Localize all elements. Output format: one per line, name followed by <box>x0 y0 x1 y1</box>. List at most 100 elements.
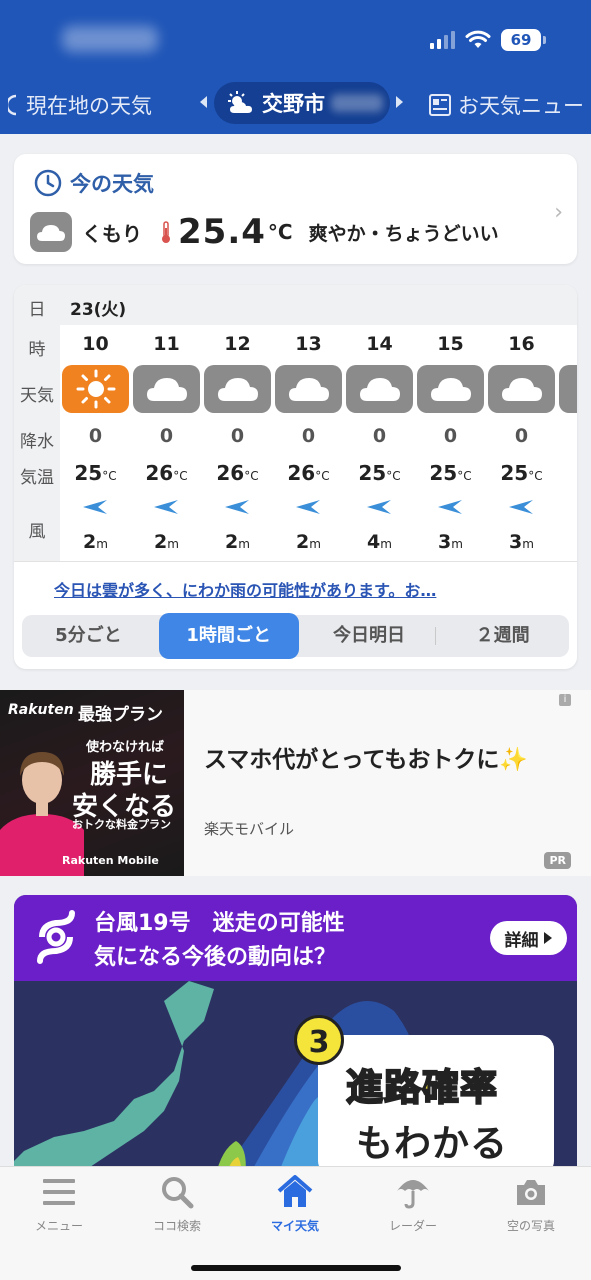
thermometer-icon <box>162 221 170 243</box>
precip-value: 0 <box>443 425 458 447</box>
cellular-signal-icon <box>430 31 455 49</box>
temperature-unit: °C <box>267 220 293 244</box>
cloudy-icon <box>417 365 484 413</box>
news-icon <box>429 94 451 116</box>
label-weather: 天気 <box>20 386 54 406</box>
temp-value: 25°C <box>358 461 401 485</box>
hour-value: 11 <box>153 333 180 355</box>
label-precip: 降水 <box>20 432 54 452</box>
app-header: 69 現在地の天気 交野市 お天気ニュー <box>0 0 591 134</box>
wind-value: 2m <box>225 531 250 553</box>
hour-value: 15 <box>437 333 464 355</box>
city-name: 交野市 <box>262 92 325 116</box>
forecast-summary-link[interactable]: 今日は雲が多く、にわか雨の可能性があります。お… <box>54 577 436 601</box>
temp-value: 26°C <box>216 461 259 485</box>
menu-icon <box>43 1179 75 1205</box>
tab-current-location[interactable]: 現在地の天気 <box>8 90 152 120</box>
current-temperature: 25.4 <box>178 212 266 252</box>
wind-direction-icon <box>224 499 250 519</box>
location-icon <box>8 94 17 116</box>
hour-value: 13 <box>295 333 322 355</box>
tab-selected-city[interactable]: 交野市 <box>214 82 390 124</box>
current-weather-title: 今の天気 <box>34 168 154 198</box>
typhoon-headline-2: 気になる今後の動向は？ <box>94 945 337 970</box>
nav-sky-photos[interactable]: 空の写真 <box>472 1175 590 1234</box>
wind-direction-icon <box>295 499 321 519</box>
segment-1hour[interactable]: 1時間ごと <box>158 613 299 659</box>
segment-2weeks[interactable]: ２週間 <box>436 615 569 657</box>
nav-label: ココ検索 <box>152 1219 201 1233</box>
nav-radar[interactable]: レーダー <box>354 1175 472 1234</box>
label-temp: 気温 <box>20 468 54 488</box>
ad-source: 楽天モバイル <box>204 820 295 838</box>
nav-menu[interactable]: メニュー <box>0 1175 118 1234</box>
nav-my-weather[interactable]: マイ天気 <box>236 1175 354 1234</box>
hourly-forecast-card: 日 時 天気 降水 気温 風 23(火) 10 0 25°C 2m 11 0 26°C 2m 1… <box>14 285 577 669</box>
temp-value: 25°C <box>429 461 472 485</box>
nav-search[interactable]: ココ検索 <box>118 1175 236 1234</box>
wind-direction-icon <box>437 499 463 519</box>
cloudy-icon <box>133 365 200 413</box>
ad-info-icon[interactable]: i <box>559 694 571 706</box>
sunny-icon <box>62 365 129 413</box>
callout-number-badge: 3 <box>294 1015 344 1065</box>
hour-column: 14 0 25°C 4m <box>344 325 415 561</box>
callout-line-1: 進路確率 <box>345 1065 498 1110</box>
label-day: 日 <box>28 300 46 320</box>
precip-value: 0 <box>88 425 103 447</box>
precip-value: 0 <box>159 425 174 447</box>
precip-value: 0 <box>372 425 387 447</box>
home-indicator <box>191 1265 401 1271</box>
cloudy-icon <box>204 365 271 413</box>
segment-5min[interactable]: 5分ごと <box>22 615 155 657</box>
typhoon-detail-button[interactable]: 詳細 <box>490 921 567 955</box>
cloudy-icon <box>488 365 555 413</box>
battery-indicator: 69 <box>501 29 546 51</box>
wind-value: 4m <box>367 531 392 553</box>
current-weather-card[interactable]: 今の天気 くもり 25.4 °C 爽やか・ちょうどいい › <box>14 154 577 264</box>
typhoon-callout: 進路確率 もわかる <box>318 1035 554 1175</box>
tab-label: 現在地の天気 <box>26 94 152 118</box>
temp-value: 26°C <box>287 461 330 485</box>
umbrella-icon <box>397 1180 429 1209</box>
ad-image[interactable]: Rakuten 最強プラン 使わなければ 勝手に 安くなる おトクな料金プラン … <box>0 690 184 876</box>
hour-value: 12 <box>224 333 251 355</box>
hour-value: 16 <box>508 333 535 355</box>
hour-column: 10 0 25°C 2m <box>60 325 131 561</box>
ad-copy-1: 使わなければ <box>86 740 165 755</box>
current-description: 爽やか・ちょうどいい <box>308 222 499 245</box>
tab-label: お天気ニュー <box>458 94 584 118</box>
nav-label: メニュー <box>34 1219 83 1233</box>
tab-weather-news[interactable]: お天気ニュー <box>428 90 584 120</box>
hour-column: 13 0 26°C 2m <box>273 325 344 561</box>
temp-value: 25°C <box>74 461 117 485</box>
next-location-arrow-icon[interactable] <box>396 96 403 108</box>
wind-direction-icon <box>82 499 108 519</box>
temp-value: 25°C <box>500 461 543 485</box>
current-title-text: 今の天気 <box>70 172 154 196</box>
label-wind: 風 <box>28 522 46 542</box>
prev-location-arrow-icon[interactable] <box>200 96 207 108</box>
ad-brand: Rakuten <box>8 702 74 718</box>
segment-today-tomorrow[interactable]: 今日明日 <box>303 615 436 657</box>
current-condition: くもり <box>82 221 142 246</box>
hour-value: 14 <box>366 333 393 355</box>
typhoon-headline-1: 台風19号 迷走の可能性 <box>94 911 345 936</box>
hourly-grid[interactable]: 10 0 25°C 2m 11 0 26°C 2m 12 0 26°C 2m 13 0 26°C 2m 14 0 2… <box>60 325 577 561</box>
wind-value: 2m <box>154 531 179 553</box>
hour-column: 12 0 26°C 2m <box>202 325 273 561</box>
typhoon-banner[interactable]: 台風19号 迷走の可能性 気になる今後の動向は？ 詳細 進路確率 もわかる 3 <box>14 895 577 1185</box>
divider <box>14 561 577 562</box>
ad-headline[interactable]: スマホ代がとってもおトクに✨ <box>204 740 528 774</box>
wind-value: 3m <box>509 531 534 553</box>
cloudy-icon <box>30 212 72 252</box>
status-time-blurred <box>62 26 158 52</box>
wind-value: 3m <box>438 531 463 553</box>
precip-value: 0 <box>514 425 529 447</box>
ad-plan: 最強プラン <box>78 705 163 725</box>
precip-value: 0 <box>301 425 316 447</box>
advertisement[interactable]: Rakuten 最強プラン 使わなければ 勝手に 安くなる おトクな料金プラン … <box>0 690 591 876</box>
ad-pr-badge: PR <box>544 852 571 869</box>
ad-copy-4: おトクな料金プラン <box>72 818 171 831</box>
hour-column: 16 0 25°C 3m <box>486 325 557 561</box>
